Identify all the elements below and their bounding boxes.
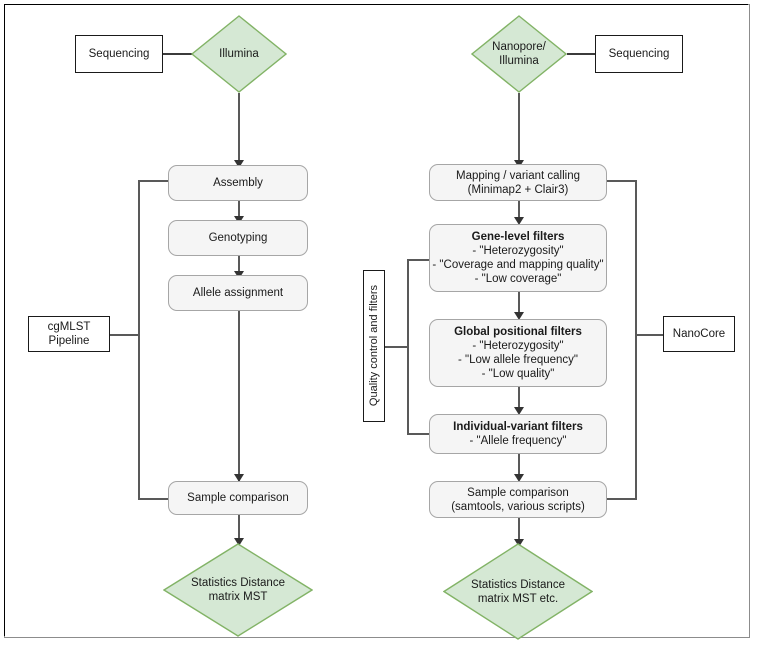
qc-bracket-bottom-stub (407, 433, 429, 435)
qc-bracket-to-label (385, 346, 407, 348)
left-step-allele-assignment: Allele assignment (168, 275, 308, 311)
left-output-line1: Statistics (191, 577, 238, 589)
connector-allele-to-comparison (238, 311, 240, 481)
right-filter-global-positional-item-1: - "Heterozygosity" (472, 340, 564, 352)
right-platform-line1: Nanopore/ (492, 41, 546, 53)
right-filter-individual-variant-title: Individual-variant filters (453, 421, 583, 433)
left-step-assembly-label: Assembly (213, 177, 263, 189)
left-platform-diamond: Illumina (191, 15, 287, 93)
right-sequencing-box: Sequencing (595, 35, 683, 73)
right-step-sample-comparison: Sample comparison (samtools, various scr… (429, 481, 607, 518)
right-filter-gene-level-item-3: - "Low coverage" (474, 273, 562, 285)
right-filter-gene-level-item-2: - "Coverage and mapping quality" (432, 259, 604, 271)
left-step-genotyping-label: Genotyping (208, 232, 268, 244)
right-step-mapping: Mapping / variant calling (Minimap2 + Cl… (429, 164, 607, 201)
right-bracket-vertical (635, 180, 637, 499)
left-bracket-top-stub (138, 180, 168, 182)
right-filter-global-positional-title: Global positional filters (454, 326, 582, 338)
right-pipeline-label-box: NanoCore (663, 316, 735, 352)
right-bracket-to-pipeline-label (635, 334, 665, 336)
right-output-label: Statistics Distance matrix MST etc. (460, 578, 577, 606)
right-output-line3: MST (512, 592, 537, 605)
right-filter-individual-variant-item-1: - "Allele frequency" (469, 435, 567, 447)
right-output-line4: etc. (539, 592, 559, 605)
left-sequencing-box: Sequencing (75, 35, 163, 73)
right-filter-global-positional-item-3: - "Low quality" (481, 368, 555, 380)
right-filter-gene-level-item-1: - "Heterozygosity" (472, 245, 564, 257)
right-step-sample-comparison-line1: Sample comparison (467, 486, 569, 499)
qc-label-text: Quality control and filters (368, 285, 380, 407)
connector-right-platform-to-mapping (518, 93, 520, 163)
left-output-label: Statistics Distance matrix MST (180, 576, 297, 604)
right-platform-label: Nanopore/ Illumina (482, 40, 557, 68)
left-output-diamond: Statistics Distance matrix MST (163, 543, 313, 637)
right-filter-gene-level-title: Gene-level filters (471, 231, 565, 243)
right-platform-diamond: Nanopore/ Illumina (471, 15, 567, 93)
right-bracket-top-stub (607, 180, 637, 182)
left-sequencing-label: Sequencing (88, 48, 150, 60)
right-sequencing-label: Sequencing (608, 48, 670, 60)
right-filter-gene-level: Gene-level filters - "Heterozygosity" - … (429, 224, 607, 292)
qc-bracket-top-stub (407, 259, 429, 261)
left-pipeline-label-line2: Pipeline (48, 335, 90, 347)
right-platform-line2: Illumina (499, 55, 539, 67)
left-pipeline-label-box: cgMLST Pipeline (28, 316, 110, 352)
qc-label-box: Quality control and filters (363, 270, 385, 422)
left-bracket-bottom-stub (138, 498, 168, 500)
left-bracket-to-pipeline-label (109, 334, 139, 336)
connector-left-platform-to-assembly (238, 93, 240, 163)
left-bracket-vertical (138, 180, 140, 499)
left-step-assembly: Assembly (168, 165, 308, 201)
right-filter-individual-variant: Individual-variant filters - "Allele fre… (429, 414, 607, 454)
left-output-line3: MST (243, 591, 268, 603)
left-platform-label: Illumina (219, 48, 259, 60)
left-step-sample-comparison: Sample comparison (168, 481, 308, 515)
left-step-sample-comparison-label: Sample comparison (187, 492, 289, 504)
right-step-mapping-line1: Mapping / variant calling (455, 169, 580, 182)
left-step-allele-assignment-label: Allele assignment (192, 287, 284, 299)
right-pipeline-label: NanoCore (672, 328, 726, 340)
diagram-frame: Sequencing Illumina Assembly Genotyping … (4, 4, 750, 640)
left-step-genotyping: Genotyping (168, 220, 308, 256)
right-filter-global-positional-item-2: - "Low allele frequency" (457, 354, 579, 366)
connector-right-platform-to-seq (567, 53, 597, 55)
right-step-sample-comparison-line2: (samtools, various scripts) (451, 500, 585, 513)
right-bracket-bottom-stub (607, 498, 637, 500)
left-pipeline-label-line1: cgMLST (47, 321, 91, 333)
qc-bracket-vertical (407, 259, 409, 434)
right-output-diamond: Statistics Distance matrix MST etc. (443, 543, 593, 640)
diagram-canvas: Sequencing Illumina Assembly Genotyping … (0, 0, 760, 648)
right-step-mapping-line2: (Minimap2 + Clair3) (467, 183, 569, 196)
right-output-line1: Statistics (471, 578, 518, 591)
right-filter-global-positional: Global positional filters - "Heterozygos… (429, 319, 607, 387)
